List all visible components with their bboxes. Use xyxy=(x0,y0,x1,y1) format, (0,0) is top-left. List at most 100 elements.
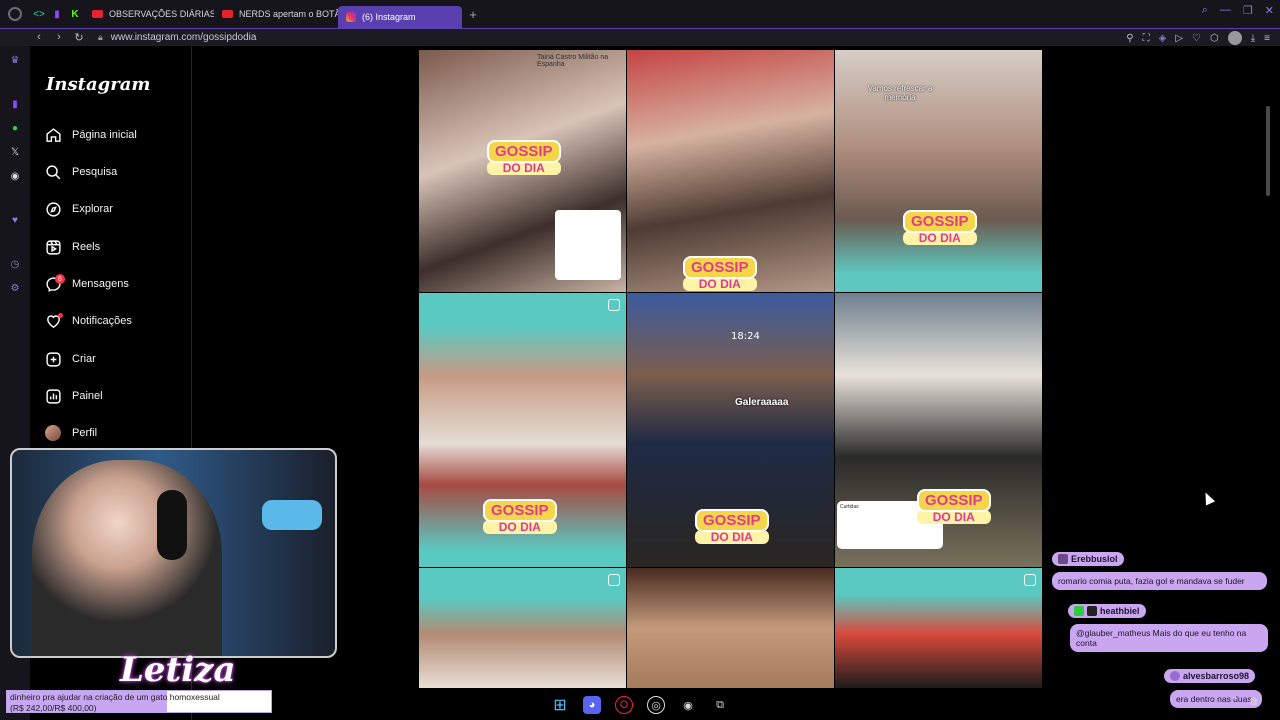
nav-label: Mensagens xyxy=(72,278,129,290)
post-tile[interactable]: Vamos refrescar a memória GOSSIP DO DIA xyxy=(835,50,1042,292)
headset xyxy=(157,490,187,560)
nav-label: Explorar xyxy=(72,203,113,215)
play-icon[interactable]: ▷ xyxy=(1175,33,1183,44)
posts-grid: Tainá Castro Militão na Espanha GOSSIP DO… xyxy=(419,50,1042,688)
badge-icon xyxy=(1087,606,1097,616)
post-tile[interactable]: Tainá Castro Militão na Espanha GOSSIP DO… xyxy=(419,50,626,292)
gossip-badge: GOSSIP DO DIA xyxy=(917,489,991,524)
messages-badge: 6 xyxy=(55,274,65,284)
menu-icon[interactable]: ≡ xyxy=(1264,33,1270,44)
page-scrollbar[interactable] xyxy=(1266,106,1270,196)
aria-icon[interactable]: ♛ xyxy=(8,54,22,68)
reels-icon xyxy=(608,574,620,586)
nav-label: Criar xyxy=(72,353,96,365)
nav-explore[interactable]: Explorar xyxy=(44,196,113,222)
tab-youtube-1[interactable]: OBSERVAÇÕES DIÁRIAS xyxy=(84,3,214,25)
snapshot-icon[interactable]: ⛶ xyxy=(1143,33,1150,44)
gossip-badge: GOSSIP DO DIA xyxy=(683,256,757,291)
nav-messages[interactable]: 6 Mensagens xyxy=(44,271,129,297)
post-tile[interactable] xyxy=(419,568,626,688)
vpn-icon[interactable]: ◈ xyxy=(1159,33,1167,44)
search-icon[interactable]: ⌕ xyxy=(1202,4,1208,17)
post-tile[interactable]: 18:24 Galeraaaaa GOSSIP DO DIA xyxy=(627,293,834,567)
windows-start-icon[interactable]: ⊞ xyxy=(551,696,569,714)
badge-icon xyxy=(1058,554,1068,564)
post-tile[interactable]: GOSSIP DO DIA xyxy=(419,293,626,567)
post-caption: Galeraaaaa xyxy=(735,397,789,408)
instagram-logo[interactable]: Instagram xyxy=(46,74,150,95)
home-icon xyxy=(44,126,62,144)
chevron-up-icon[interactable]: ⌃ xyxy=(1231,696,1239,707)
nav-reels[interactable]: Reels xyxy=(44,234,100,260)
post-tile[interactable] xyxy=(835,568,1042,688)
youtube-icon xyxy=(222,10,233,18)
opera-logo-icon[interactable] xyxy=(0,0,30,28)
network-icon[interactable]: ◍ xyxy=(1249,696,1258,707)
chat-username: heathbiel xyxy=(1068,604,1146,618)
nav-search[interactable]: Pesquisa xyxy=(44,159,117,185)
nav-notifications[interactable]: Notificações xyxy=(44,308,132,334)
chat-username: alvesbarroso98 xyxy=(1164,669,1256,683)
download-icon[interactable]: ⤓ xyxy=(1251,33,1255,44)
steam-icon[interactable]: ◉ xyxy=(679,696,697,714)
browser-tab-bar: <> ▮ K OBSERVAÇÕES DIÁRIAS NERDS apertam… xyxy=(0,0,1280,28)
forward-button[interactable]: › xyxy=(50,31,68,44)
minimize-button[interactable]: — xyxy=(1220,4,1231,17)
app-icon[interactable]: ⧉ xyxy=(711,696,729,714)
tab-youtube-2[interactable]: NERDS apertam o BOTÃO xyxy=(214,3,338,25)
taskbar: ⊞ ◕ O ◎ ◉ ⧉ xyxy=(0,690,1280,720)
notification-dot xyxy=(58,313,63,318)
badge-icon xyxy=(1170,671,1180,681)
post-tile[interactable]: GOSSIP DO DIA xyxy=(627,50,834,292)
restore-button[interactable]: ❐ xyxy=(1243,4,1253,17)
tab-instagram[interactable]: (6) Instagram xyxy=(338,6,462,28)
nav-home[interactable]: Página inicial xyxy=(44,122,137,148)
profile-avatar xyxy=(44,424,62,442)
pinned-tab-twitch-icon[interactable]: ▮ xyxy=(48,0,66,28)
gossip-badge: GOSSIP DO DIA xyxy=(483,499,557,534)
close-button[interactable]: ✕ xyxy=(1265,4,1274,17)
opera-gx-icon[interactable]: O xyxy=(615,696,633,714)
nav-dashboard[interactable]: Painel xyxy=(44,383,103,409)
gossip-badge: GOSSIP DO DIA xyxy=(903,210,977,245)
address-bar: ‹ › ↻ 🔒︎ www.instagram.com/gossipdodia ⚲… xyxy=(0,28,1280,46)
nav-label: Notificações xyxy=(72,315,132,327)
gossip-badge: GOSSIP DO DIA xyxy=(487,140,561,175)
window-controls: ⌕ — ❐ ✕ xyxy=(1202,4,1274,17)
profile-avatar[interactable] xyxy=(1227,31,1242,45)
reload-button[interactable]: ↻ xyxy=(70,31,88,44)
heart-icon[interactable]: ♡ xyxy=(1192,33,1201,44)
post-tile[interactable]: Curtidas GOSSIP DO DIA xyxy=(835,293,1042,567)
webcam-overlay xyxy=(10,448,337,658)
screen: <> ▮ K OBSERVAÇÕES DIÁRIAS NERDS apertam… xyxy=(0,0,1280,720)
nav-create[interactable]: Criar xyxy=(44,346,96,372)
nav-label: Reels xyxy=(72,241,101,253)
post-tile[interactable] xyxy=(627,568,834,688)
back-button[interactable]: ‹ xyxy=(30,31,48,44)
youtube-icon xyxy=(92,10,103,18)
reels-icon xyxy=(608,299,620,311)
twitch-icon[interactable]: ▮ xyxy=(8,98,22,112)
pinned-tab-kick-icon[interactable]: K xyxy=(66,0,84,28)
obs-icon[interactable]: ◎ xyxy=(647,696,665,714)
heart-icon[interactable]: ♥ xyxy=(8,214,22,228)
x-icon[interactable]: 𝕏 xyxy=(8,146,22,160)
tab-label: OBSERVAÇÕES DIÁRIAS xyxy=(109,9,214,19)
discord-icon[interactable]: ◕ xyxy=(583,696,601,714)
pin-icon[interactable]: ⚲ xyxy=(1126,33,1133,44)
streamer-video xyxy=(32,460,222,656)
discord-icon[interactable]: ◉ xyxy=(8,170,22,184)
nav-profile[interactable]: Perfil xyxy=(44,420,97,446)
new-tab-button[interactable]: + xyxy=(462,7,484,22)
history-icon[interactable]: ◷ xyxy=(8,258,22,272)
instagram-icon xyxy=(346,12,356,22)
post-caption: Tainá Castro Militão na Espanha xyxy=(537,54,609,68)
whatsapp-icon[interactable]: ● xyxy=(8,122,22,136)
chat-message: romario comia puta, fazia gol e mandava … xyxy=(1052,572,1267,590)
extensions-icon[interactable]: ⬡ xyxy=(1210,33,1219,44)
url-field[interactable]: www.instagram.com/gossipdodia xyxy=(111,32,257,43)
pinned-tab-dev-icon[interactable]: <> xyxy=(30,0,48,28)
system-tray: ⌃ ◍ xyxy=(1231,696,1258,707)
settings-icon[interactable]: ⚙ xyxy=(8,282,22,296)
chat-message: @glauber_matheus Mais do que eu tenho na… xyxy=(1070,624,1268,652)
